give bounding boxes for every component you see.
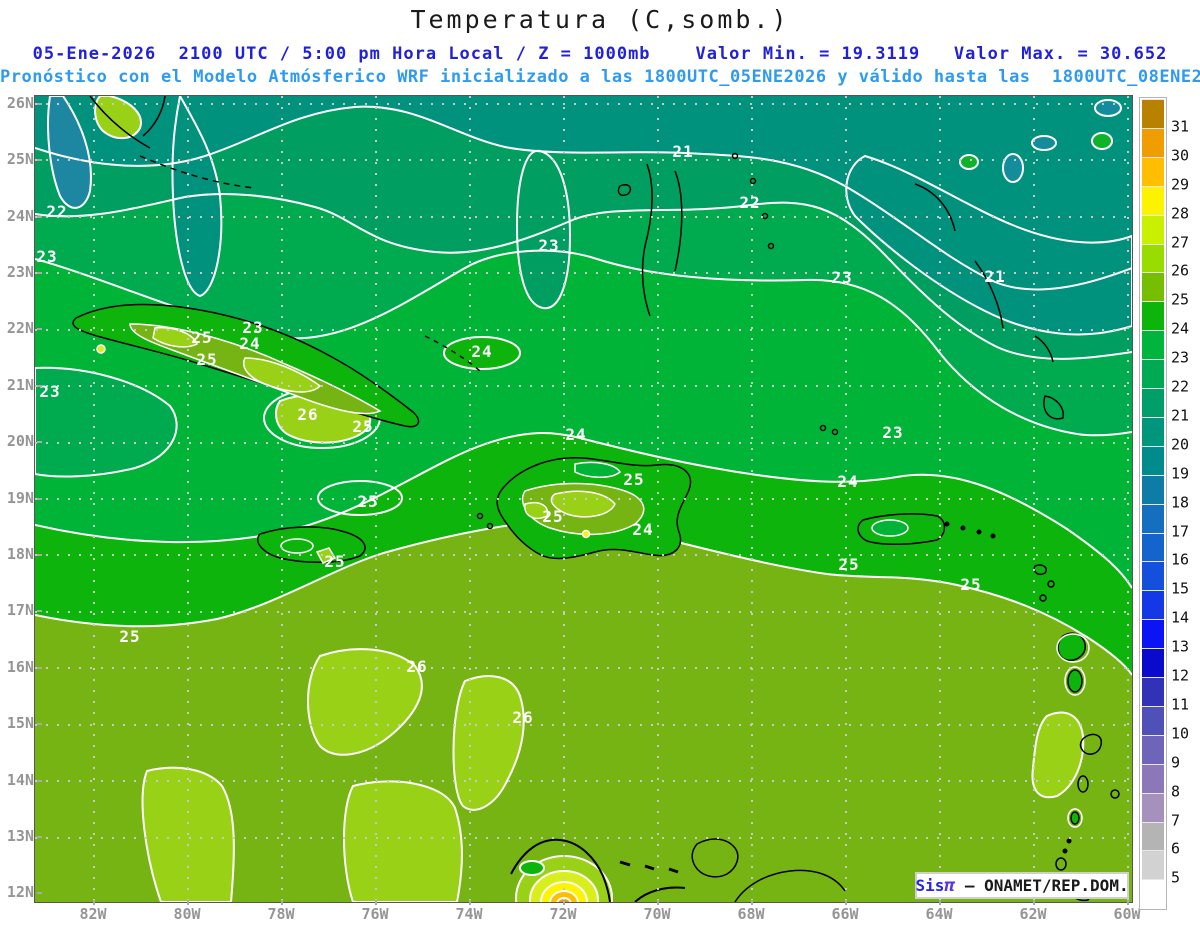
lat-tick-label: 26N [0, 96, 42, 111]
colorbar-segment [1142, 301, 1164, 332]
lat-tick-label: 24N [0, 209, 42, 224]
colorbar-segment [1142, 705, 1164, 736]
colorbar-segment [1142, 99, 1164, 129]
colorbar-segment [1142, 214, 1164, 245]
lon-tick-label: 80W [162, 900, 212, 922]
colorbar-segment [1142, 388, 1164, 418]
map-canvas [35, 96, 1132, 902]
colorbar-segment [1142, 561, 1164, 592]
lon-tick-label: 70W [632, 900, 682, 922]
colorbar-tick-label: 29 [1171, 175, 1190, 194]
colorbar-tick-label: 16 [1171, 550, 1190, 569]
colorbar-segment [1142, 503, 1164, 534]
lon-tick-label: 76W [350, 900, 400, 922]
colorbar-tick-label: 31 [1171, 117, 1190, 136]
lat-tick-label: 23N [0, 265, 42, 280]
colorbar-segment [1142, 850, 1164, 881]
colorbar-tick-label: 10 [1171, 724, 1190, 743]
lon-tick-label: 78W [256, 900, 306, 922]
colorbar-segment [1142, 532, 1164, 563]
colorbar-tick-label: 11 [1171, 695, 1190, 714]
lon-tick-label: 64W [914, 900, 964, 922]
colorbar-tick-label: 13 [1171, 637, 1190, 656]
lat-tick-label: 17N [0, 603, 42, 618]
colorbar-tick-label: 27 [1171, 233, 1190, 251]
colorbar-legend [1139, 97, 1167, 911]
lon-tick-label: 68W [726, 900, 776, 922]
colorbar-tick-label: 6 [1171, 839, 1181, 858]
colorbar-segment [1142, 763, 1164, 794]
colorbar-tick-label: 9 [1171, 753, 1181, 772]
colorbar-tick-label: 5 [1171, 868, 1181, 887]
colorbar-segment [1142, 734, 1164, 765]
colorbar-tick-label: 22 [1171, 377, 1190, 396]
colorbar-segment [1142, 648, 1164, 678]
colorbar-tick-label: 14 [1171, 608, 1190, 627]
colorbar-segment [1142, 156, 1164, 187]
colorbar-segment [1142, 445, 1164, 476]
lon-tick-label: 72W [538, 900, 588, 922]
colorbar-segment [1142, 127, 1164, 158]
colorbar-tick-label: 28 [1171, 204, 1190, 223]
pi-symbol: π [944, 875, 956, 896]
colorbar-tick-label: 15 [1171, 579, 1190, 598]
colorbar-tick-label: 26 [1171, 261, 1190, 280]
weather-map-page: Temperatura (C,somb.) 05-Ene-2026 2100 U… [0, 0, 1200, 927]
colorbar-tick-label: 30 [1171, 146, 1190, 165]
subtitle-model-info: Pronóstico con el Modelo Atmósferico WRF… [0, 67, 1200, 87]
colorbar-segment [1142, 416, 1164, 447]
hispaniola [496, 457, 692, 560]
branding-box: Sis π – ONAMET/REP.DOM. [915, 872, 1129, 899]
lat-tick-label: 12N [0, 885, 42, 900]
colorbar-segment [1142, 879, 1164, 910]
lat-tick-label: 25N [0, 152, 42, 167]
puerto-rico [857, 513, 946, 546]
lat-tick-label: 14N [0, 773, 42, 788]
lat-tick-label: 22N [0, 321, 42, 336]
lon-tick-label: 74W [444, 900, 494, 922]
colorbar-segment [1142, 792, 1164, 823]
colorbar-tick-label: 12 [1171, 666, 1190, 685]
lon-tick-label: 82W [68, 900, 118, 922]
lat-tick-label: 16N [0, 660, 42, 675]
colorbar-tick-label: 21 [1171, 406, 1190, 425]
brand-org: – ONAMET/REP.DOM. [955, 876, 1129, 895]
colorbar-segment [1142, 474, 1164, 505]
colorbar-segment [1142, 359, 1164, 389]
colorbar-tick-label: 19 [1171, 464, 1190, 483]
colorbar-segment [1142, 185, 1164, 216]
lon-tick-label: 66W [820, 900, 870, 922]
colorbar-segment [1142, 243, 1164, 274]
colorbar-tick-label: 20 [1171, 435, 1190, 454]
lat-tick-label: 21N [0, 378, 42, 393]
lat-tick-label: 18N [0, 547, 42, 562]
lon-tick-label: 62W [1008, 900, 1058, 922]
colorbar-tick-label: 17 [1171, 522, 1190, 540]
colorbar-tick-label: 23 [1171, 348, 1190, 367]
colorbar-segment [1142, 677, 1164, 707]
subtitle-validtime: 05-Ene-2026 2100 UTC / 5:00 pm Hora Loca… [32, 44, 1168, 64]
colorbar-tick-label: 8 [1171, 782, 1181, 801]
colorbar-segment [1142, 619, 1164, 650]
colorbar-segment [1142, 821, 1164, 852]
lat-tick-label: 19N [0, 491, 42, 506]
colorbar-segment [1142, 590, 1164, 621]
colorbar-segment [1142, 330, 1164, 361]
colorbar-tick-label: 7 [1171, 811, 1181, 829]
lat-tick-label: 13N [0, 829, 42, 844]
map-plot-area [34, 95, 1133, 903]
colorbar-tick-label: 18 [1171, 493, 1190, 512]
colorbar-tick-label: 25 [1171, 290, 1190, 309]
colorbar-tick-label: 24 [1171, 319, 1190, 338]
colorbar-segment [1142, 272, 1164, 303]
lat-tick-label: 20N [0, 434, 42, 449]
page-title: Temperatura (C,somb.) [410, 5, 790, 34]
brand-sis: Sis [915, 876, 945, 895]
lat-tick-label: 15N [0, 716, 42, 731]
